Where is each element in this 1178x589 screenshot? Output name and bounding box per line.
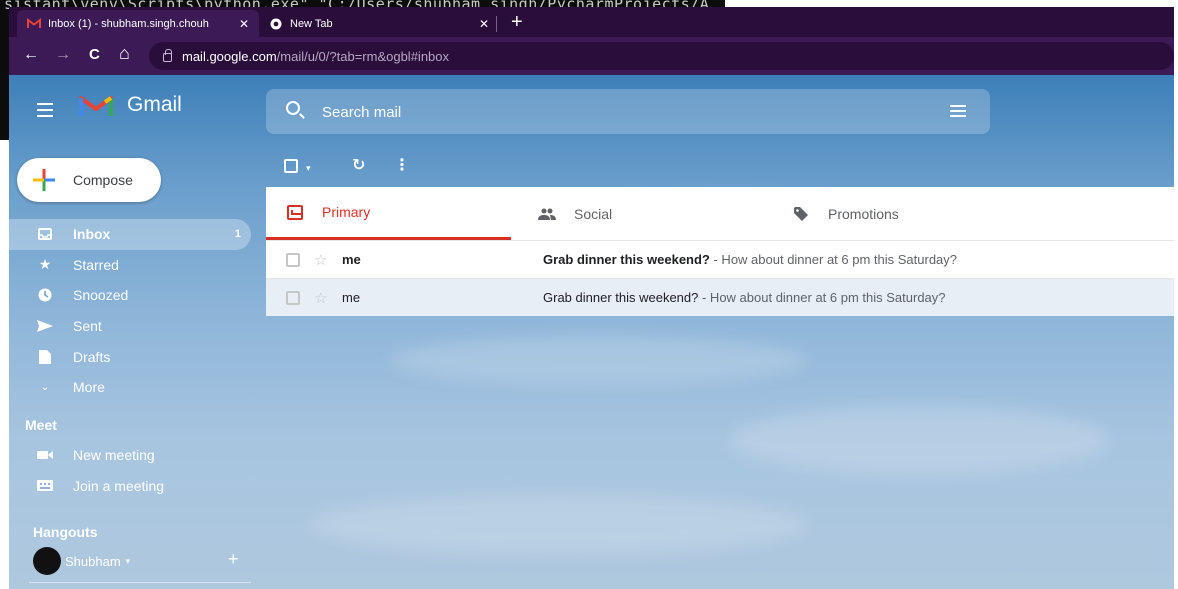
background-cloud <box>309 495 809 555</box>
browser-tab-new-tab[interactable]: New Tab ✕ <box>259 10 499 37</box>
new-tab-button[interactable]: + <box>511 11 523 33</box>
sidebar-item-sent[interactable]: Sent <box>9 311 259 342</box>
more-options-icon[interactable]: ⋮ <box>394 157 410 175</box>
join-meeting-label: Join a meeting <box>73 477 165 494</box>
inbox-icon <box>37 227 53 241</box>
gmail-logo-icon[interactable] <box>79 92 113 118</box>
email-subject-line: Grab dinner this weekend? - How about di… <box>543 252 957 267</box>
add-hangout-button[interactable]: + <box>228 549 239 570</box>
compose-plus-icon <box>33 169 55 191</box>
sidebar-item-more[interactable]: ⌄ More <box>9 372 259 403</box>
sidebar-item-label: Inbox <box>73 226 111 243</box>
email-row[interactable]: ☆ me Grab dinner this weekend? - How abo… <box>266 240 1174 278</box>
url-path: /mail/u/0/?tab=rm&ogbl#inbox <box>276 48 450 64</box>
new-meeting-button[interactable]: New meeting <box>9 440 259 471</box>
home-button[interactable]: ⌂ <box>119 44 130 62</box>
browser-tab-bar: Inbox (1) - shubham.singh.chouh ✕ New Ta… <box>9 7 1174 37</box>
tab-title: Inbox (1) - shubham.singh.chouh <box>48 17 209 30</box>
sidebar-item-inbox[interactable]: Inbox 1 <box>9 219 251 250</box>
sidebar-item-label: More <box>73 379 105 396</box>
compose-label: Compose <box>73 172 133 188</box>
hangouts-section-title: Hangouts <box>33 524 98 540</box>
search-icon[interactable] <box>286 101 300 115</box>
hangouts-user-name: Shubham <box>65 553 121 569</box>
select-options-icon[interactable]: ▾ <box>306 159 311 177</box>
chevron-down-icon: ▾ <box>125 555 131 566</box>
url-host: mail.google.com <box>182 48 277 64</box>
sidebar-item-label: Starred <box>73 256 119 273</box>
tab-primary-label: Primary <box>322 204 371 220</box>
email-snippet: - How about dinner at 6 pm this Saturday… <box>709 252 958 267</box>
gmail-page: Gmail Compose <box>9 75 1174 589</box>
chrome-icon <box>269 18 283 30</box>
search-options-icon[interactable] <box>950 104 966 118</box>
lock-icon <box>163 49 172 62</box>
browser-tab-gmail[interactable]: Inbox (1) - shubham.singh.chouh ✕ <box>17 10 259 37</box>
email-sender: me <box>342 252 361 267</box>
star-icon[interactable]: ☆ <box>314 251 327 269</box>
hangouts-user[interactable]: Shubham ▾ <box>33 547 130 575</box>
send-icon <box>37 319 53 333</box>
video-icon <box>37 448 53 462</box>
keyboard-icon <box>37 479 53 493</box>
sidebar-divider <box>29 582 251 583</box>
star-icon: ★ <box>38 256 52 273</box>
sidebar-item-label: Sent <box>73 318 102 335</box>
sidebar-item-starred[interactable]: ★ Starred <box>9 250 259 281</box>
mail-list-panel: Primary Social Promotions ☆ me Grab dinn… <box>266 187 1174 317</box>
sidebar-item-label: Drafts <box>73 348 111 365</box>
tab-primary[interactable]: Primary <box>266 187 511 240</box>
tab-social[interactable]: Social <box>538 187 612 240</box>
sidebar-nav: Inbox 1 ★ Starred Snoozed Sent Drafts ⌄ … <box>9 219 259 403</box>
background-cloud <box>389 335 809 385</box>
people-icon <box>538 205 556 223</box>
tab-title: New Tab <box>290 17 333 30</box>
category-tabs: Primary Social Promotions <box>266 187 1174 240</box>
close-icon[interactable]: ✕ <box>239 17 249 31</box>
email-checkbox[interactable] <box>286 290 300 305</box>
search-bar[interactable] <box>266 89 990 134</box>
main-menu-icon[interactable] <box>37 103 53 121</box>
email-subject-line: Grab dinner this weekend? - How about di… <box>543 290 946 305</box>
background-cloud <box>729 405 1109 475</box>
email-subject: Grab dinner this weekend? <box>543 252 710 267</box>
email-snippet: - How about dinner at 6 pm this Saturday… <box>698 290 946 305</box>
avatar <box>33 547 61 575</box>
reload-button[interactable]: C <box>89 46 100 64</box>
star-icon[interactable]: ☆ <box>314 289 327 307</box>
clock-icon <box>37 288 53 302</box>
compose-button[interactable]: Compose <box>17 158 161 202</box>
gmail-logo-text[interactable]: Gmail <box>127 93 182 117</box>
refresh-icon[interactable]: ↻ <box>352 157 365 175</box>
meet-list: New meeting Join a meeting <box>9 440 259 501</box>
tab-promotions-label: Promotions <box>828 205 899 222</box>
browser-window: Inbox (1) - shubham.singh.chouh ✕ New Ta… <box>9 7 1174 589</box>
tab-promotions[interactable]: Promotions <box>792 187 899 240</box>
inbox-unread-count: 1 <box>234 228 241 241</box>
email-subject: Grab dinner this weekend? <box>543 290 699 305</box>
select-all-checkbox[interactable] <box>284 159 298 173</box>
email-sender: me <box>342 290 361 305</box>
email-row[interactable]: ☆ me Grab dinner this weekend? - How abo… <box>266 278 1174 316</box>
address-bar[interactable]: mail.google.com/mail/u/0/?tab=rm&ogbl#in… <box>149 42 1174 70</box>
tag-icon <box>792 205 810 223</box>
sidebar-item-label: Snoozed <box>73 287 129 304</box>
chevron-down-icon: ⌄ <box>40 381 50 393</box>
draft-icon <box>37 349 53 364</box>
tab-social-label: Social <box>574 205 613 222</box>
meet-section-title: Meet <box>25 417 57 433</box>
email-checkbox[interactable] <box>286 252 300 267</box>
back-button[interactable]: ← <box>23 46 39 64</box>
gmail-icon <box>27 18 41 30</box>
close-icon[interactable]: ✕ <box>479 17 489 31</box>
join-meeting-button[interactable]: Join a meeting <box>9 471 259 502</box>
sidebar-item-drafts[interactable]: Drafts <box>9 341 259 372</box>
inbox-icon <box>286 203 304 221</box>
sidebar-item-snoozed[interactable]: Snoozed <box>9 280 259 311</box>
forward-button[interactable]: → <box>55 46 71 64</box>
new-meeting-label: New meeting <box>73 447 155 464</box>
search-input[interactable] <box>322 101 922 123</box>
browser-toolbar: ← → C ⌂ mail.google.com/mail/u/0/?tab=rm… <box>9 37 1174 75</box>
tab-divider <box>496 16 497 32</box>
